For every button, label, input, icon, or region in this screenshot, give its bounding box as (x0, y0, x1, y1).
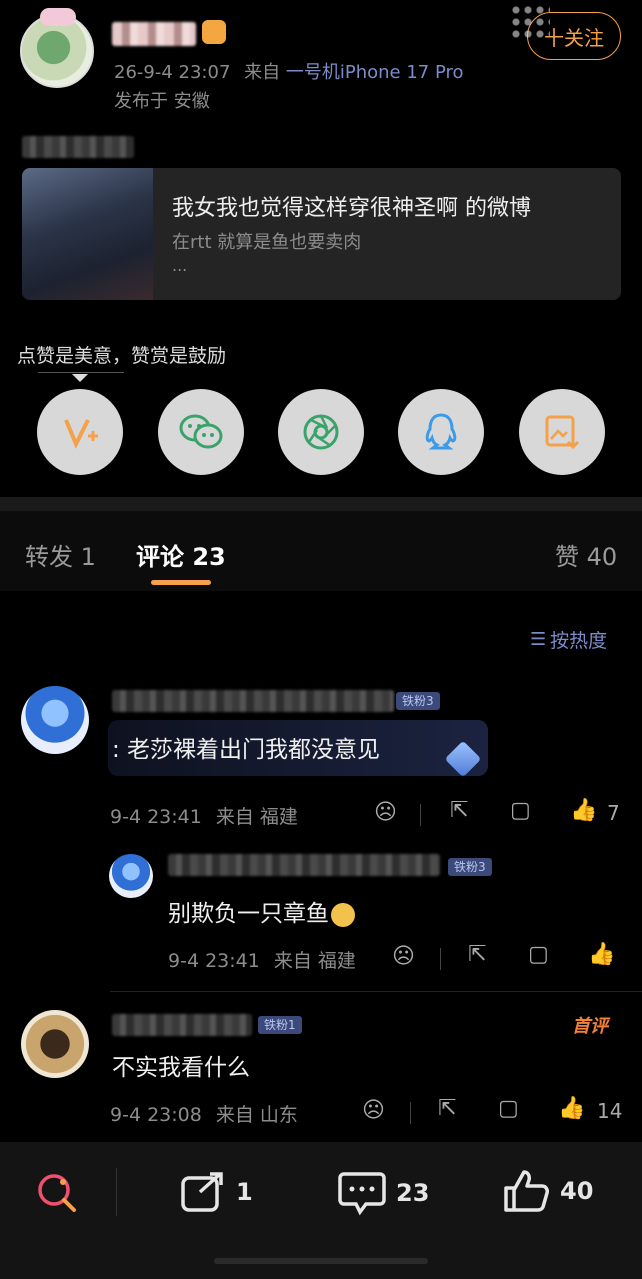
quote-thumbnail (22, 168, 153, 300)
comment-time-text: 9-4 23:41 (110, 806, 202, 828)
comment-text-content: 别欺负一只章鱼 (168, 901, 329, 927)
decoration-sparkles (510, 4, 550, 40)
reward-hint: 点赞是美意，赞赏是鼓励 (17, 345, 227, 367)
reply-icon[interactable]: ▢ (528, 942, 549, 967)
home-indicator (214, 1258, 428, 1264)
comment-time: 9-4 23:41 来自 福建 (168, 946, 356, 973)
post-meta: 26-9-4 23:07 来自 一号机iPhone 17 Pro (114, 58, 464, 84)
tab-likes[interactable]: 赞 40 (555, 537, 617, 572)
quote-line-2: ... (172, 256, 188, 275)
share-icon[interactable]: ⇱ (450, 798, 468, 823)
avatar[interactable] (21, 1010, 89, 1078)
dislike-icon[interactable]: ☹ (374, 800, 397, 825)
share-qq-button[interactable] (398, 389, 484, 475)
thumbs-up-icon (504, 1170, 549, 1212)
commenter-name[interactable] (112, 690, 394, 712)
comment-time-text: 9-4 23:08 (110, 1104, 202, 1126)
quote-card[interactable]: 我女我也觉得这样穿很神圣啊 的微博 在rtt 就算是鱼也要卖肉 ... (22, 168, 621, 300)
share-icon[interactable]: ⇱ (468, 942, 486, 967)
like-icon[interactable]: 👍 (588, 942, 615, 967)
post-source-device[interactable]: 一号机iPhone 17 Pro (286, 62, 464, 83)
fan-badge: 铁粉3 (448, 858, 492, 876)
top-comment-badge: 首评 (572, 1016, 608, 1037)
comment-time-text: 9-4 23:41 (168, 950, 260, 972)
reply-icon[interactable]: ▢ (510, 798, 531, 823)
share-moments-button[interactable] (278, 389, 364, 475)
divider (420, 804, 421, 826)
share-save-image-button[interactable] (519, 389, 605, 475)
comment-text: 不实我看什么 (112, 1055, 250, 1081)
share-icon[interactable]: ⇱ (438, 1096, 456, 1121)
repost-count: 1 (236, 1178, 253, 1206)
quote-line-1: 在rtt 就算是鱼也要卖肉 (172, 232, 362, 253)
like-icon[interactable]: 👍 (558, 1096, 585, 1121)
bottom-bar: 1 23 40 (0, 1142, 642, 1279)
avatar[interactable] (109, 854, 153, 898)
author-name[interactable] (112, 22, 196, 46)
comment-divider (110, 991, 642, 992)
reward-hint-pointer (72, 374, 88, 382)
comment-time: 9-4 23:41 来自 福建 (110, 802, 298, 829)
comment-item: 铁粉3 : 老莎裸着出门我都没意见 9-4 23:41 来自 福建 ☹ ⇱ ▢ … (0, 680, 642, 830)
reward-v-icon (64, 419, 98, 449)
bottom-repost-button[interactable]: 1 (180, 1170, 253, 1214)
sort-icon: ☰ (530, 629, 547, 650)
comment-count: 23 (396, 1179, 430, 1207)
comment-time: 9-4 23:08 来自 山东 (110, 1100, 298, 1127)
qq-icon (425, 413, 457, 450)
emoji-icon (331, 902, 355, 927)
divider (440, 948, 441, 970)
sort-button[interactable]: ☰ 按热度 (530, 626, 607, 653)
bottom-comment-button[interactable]: 23 (338, 1170, 429, 1216)
tab-active-underline (151, 580, 211, 585)
dislike-icon[interactable]: ☹ (362, 1098, 385, 1123)
avatar[interactable] (21, 686, 89, 754)
comment-text: : 老莎裸着出门我都没意见 (112, 737, 381, 763)
comment-source: 来自 福建 (215, 806, 298, 828)
bow-icon (40, 8, 76, 26)
share-wechat-button[interactable] (158, 389, 244, 475)
comment-item: 铁粉1 首评 不实我看什么 9-4 23:08 来自 山东 ☹ ⇱ ▢ 👍 14 (0, 1004, 642, 1134)
moments-icon (303, 414, 339, 450)
tab-comments[interactable]: 评论 23 (136, 537, 226, 572)
post-date: 26-9-4 23:07 (114, 62, 231, 83)
comment-source: 来自 山东 (215, 1104, 298, 1126)
comment-text: 别欺负一只章鱼 (168, 894, 355, 928)
sort-label: 按热度 (550, 630, 608, 652)
like-count: 40 (560, 1177, 594, 1205)
section-divider (0, 497, 642, 511)
fan-badge: 铁粉3 (396, 692, 440, 710)
vip-crown-icon (202, 20, 226, 44)
post-source-prefix: 来自 (244, 62, 281, 83)
divider (410, 1102, 411, 1124)
author-avatar[interactable] (20, 8, 94, 88)
repost-icon (181, 1172, 223, 1212)
blurred-text (22, 136, 134, 158)
dislike-icon[interactable]: ☹ (392, 944, 415, 969)
like-count: 7 (607, 801, 620, 825)
search-icon[interactable] (36, 1172, 78, 1214)
comment-source: 来自 福建 (273, 950, 356, 972)
like-count: 14 (597, 1099, 623, 1123)
reply-item: 铁粉3 别欺负一只章鱼 9-4 23:41 来自 福建 ☹ ⇱ ▢ 👍 (0, 848, 642, 978)
follow-label: 十关注 (544, 25, 604, 50)
reply-icon[interactable]: ▢ (498, 1096, 519, 1121)
reward-hint-underline (38, 372, 124, 373)
comment-icon (338, 1172, 386, 1216)
commenter-name[interactable] (168, 854, 440, 876)
bottom-divider (116, 1168, 117, 1216)
fan-badge: 铁粉1 (258, 1016, 302, 1034)
quote-title: 我女我也觉得这样穿很神圣啊 的微博 (172, 196, 531, 221)
post-location: 发布于 安徽 (114, 91, 210, 112)
like-icon[interactable]: 👍 (570, 798, 597, 823)
tab-bar: 转发 1 评论 23 赞 40 (0, 511, 642, 591)
tab-repost[interactable]: 转发 1 (25, 537, 96, 572)
commenter-name[interactable] (112, 1014, 252, 1036)
wechat-icon (179, 414, 223, 449)
share-reward-button[interactable] (37, 389, 123, 475)
save-image-icon (545, 415, 580, 450)
bottom-like-button[interactable]: 40 (502, 1168, 593, 1214)
